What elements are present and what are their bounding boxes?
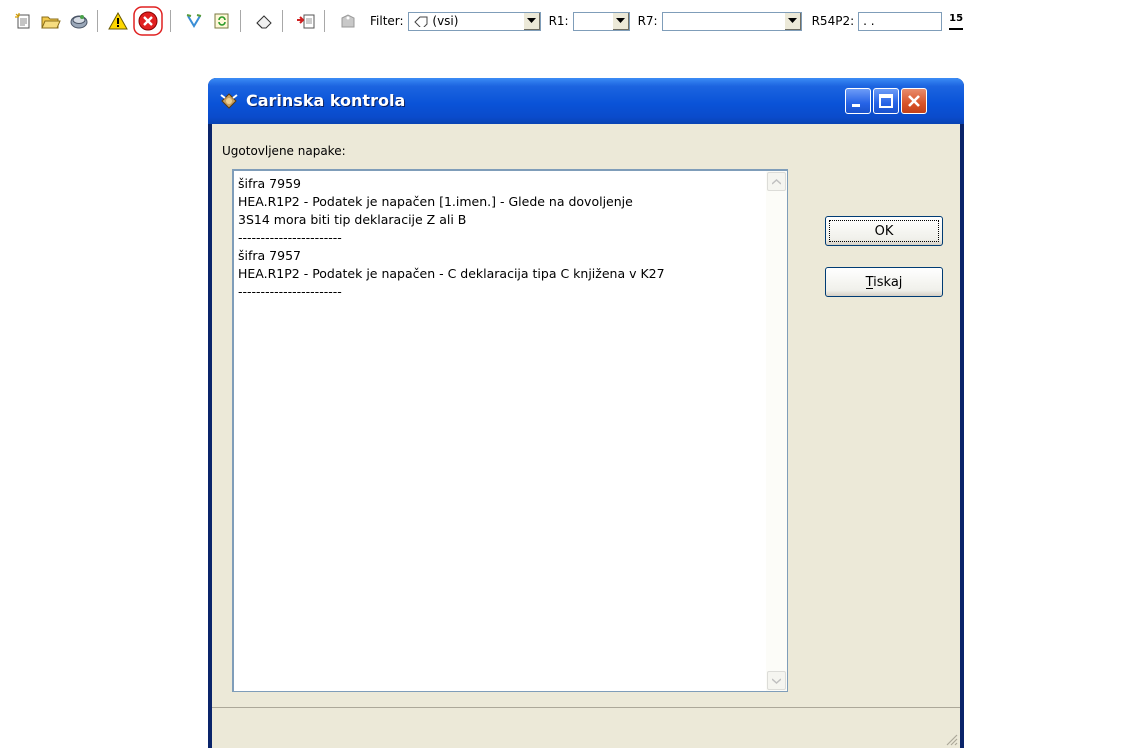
close-button[interactable] [901,88,927,114]
chevron-down-icon[interactable] [611,12,629,30]
calendar-icon[interactable]: 15 [949,12,964,30]
r1-label: R1: [548,14,569,28]
toolbar-separator [324,10,326,32]
filter-combo[interactable]: (vsi) [407,11,541,31]
calendar-day-text: 15 [949,13,964,24]
chevron-down-icon[interactable] [783,12,801,30]
r7-combo[interactable] [661,11,802,31]
errors-list[interactable]: šifra 7959 HEA.R1P2 - Podatek je napačen… [232,169,788,692]
minimize-button[interactable] [845,88,871,114]
toolbar: Filter: (vsi) R1: R7: R54P2: . . 15 [0,0,1143,42]
filter-label: Filter: [370,14,404,28]
toolbar-separator [170,10,172,32]
app-icon [220,93,238,109]
maximize-button[interactable] [873,88,899,114]
focus-rectangle [829,220,939,242]
clear-icon[interactable] [253,10,275,32]
tag-icon[interactable] [337,10,359,32]
chevron-down-icon [772,677,781,684]
dialog-title: Carinska kontrola [246,91,406,110]
dialog-client-area: Ugotovljene napake: šifra 7959 HEA.R1P2 … [212,124,960,748]
error-icon[interactable] [133,6,163,36]
toolbar-separator [97,10,99,32]
filter-value-icon [413,16,428,30]
errors-text: šifra 7959 HEA.R1P2 - Podatek je napačen… [238,176,665,299]
settings-icon[interactable] [68,10,90,32]
close-icon [908,95,920,107]
status-bar [212,707,960,748]
r1-combo-value [574,13,612,30]
toolbar-separator [282,10,284,32]
r7-combo-value [663,13,784,30]
scroll-up-button[interactable] [767,172,786,191]
r54p2-label: R54P2: [811,14,855,28]
resize-grip-icon[interactable] [944,732,958,746]
found-errors-label: Ugotovljene napake: [222,144,346,158]
minimize-icon [852,104,860,107]
maximize-icon [879,94,893,108]
print-button-label: Tiskaj [865,274,903,290]
dialog-titlebar[interactable]: Carinska kontrola [208,78,964,124]
r7-label: R7: [637,14,658,28]
r1-combo[interactable] [572,11,630,31]
import-icon[interactable] [183,10,205,32]
toolbar-separator [240,10,242,32]
filter-combo-value: (vsi) [409,13,523,30]
new-document-icon[interactable] [12,10,34,32]
r54p2-date-input[interactable]: . . [858,11,943,31]
customs-control-dialog: Carinska kontrola Ugotovljene napake: ši… [208,78,964,748]
scroll-down-button[interactable] [767,671,786,690]
print-button[interactable]: Tiskaj [825,267,943,297]
open-folder-icon[interactable] [40,10,62,32]
vertical-scrollbar[interactable] [766,171,787,691]
ok-button[interactable]: OK [825,216,943,246]
chevron-down-icon[interactable] [522,12,540,30]
chevron-up-icon [772,178,781,185]
warning-icon[interactable] [107,10,129,32]
refresh-icon[interactable] [211,10,233,32]
export-icon[interactable] [295,10,317,32]
